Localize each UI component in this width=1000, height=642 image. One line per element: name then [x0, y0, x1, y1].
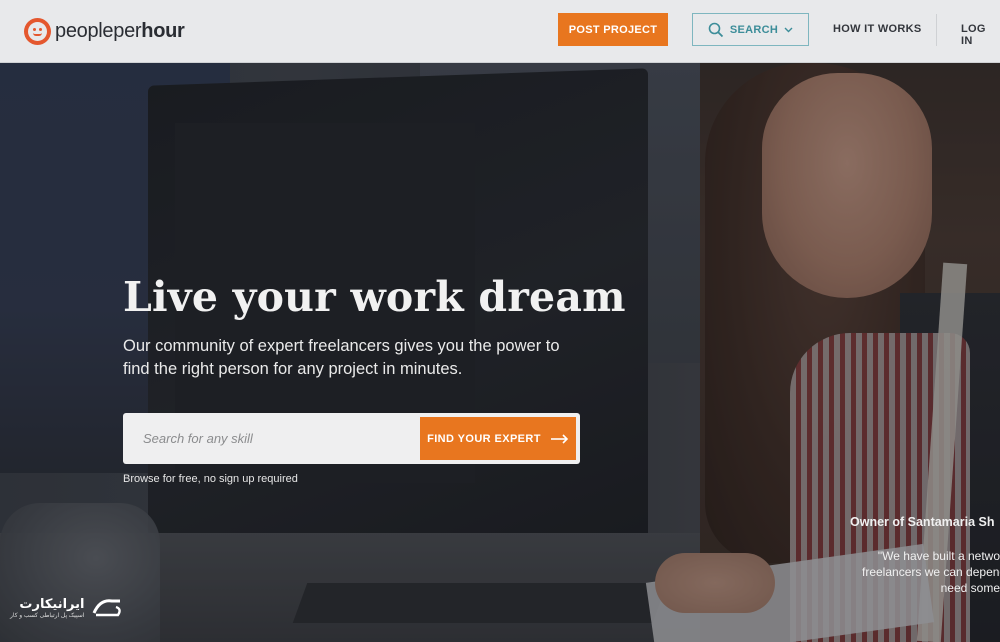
login-link[interactable]: LOG IN [961, 23, 1000, 47]
testimonial-quote-line: "We have built a netwo [877, 549, 1000, 563]
watermark: ایرانیکارت اسپیک پل ارتباطی کسب و کار [10, 595, 124, 619]
testimonial-quote-line: need some [940, 581, 1000, 595]
peopleperhour-logo[interactable]: peopleperhour [24, 16, 185, 46]
post-project-button[interactable]: POST PROJECT [558, 13, 668, 46]
testimonial-quote-line: freelancers we can depend [862, 565, 1000, 579]
skill-search-input[interactable] [143, 427, 403, 449]
testimonial-quote: "We have built a netwo freelancers we ca… [862, 548, 1000, 596]
search-button-label: SEARCH [729, 23, 779, 36]
how-it-works-link[interactable]: HOW IT WORKS [833, 23, 922, 35]
skill-search-box: FIND YOUR EXPERT [123, 413, 580, 464]
find-button-label: FIND YOUR EXPERT [427, 432, 541, 445]
hero-section: Live your work dream Our community of ex… [0, 63, 1000, 642]
testimonial-author: Owner of Santamaria Sh [850, 515, 995, 529]
logo-face-icon [24, 17, 51, 45]
find-your-expert-button[interactable]: FIND YOUR EXPERT [420, 417, 576, 460]
watermark-subtext: اسپیک پل ارتباطی کسب و کار [10, 612, 85, 619]
watermark-logo-icon [93, 599, 122, 617]
arrow-right-icon [550, 433, 569, 444]
logo-wordmark: peopleperhour [55, 19, 185, 42]
top-navigation: peopleperhour POST PROJECT SEARCH HOW IT… [0, 0, 1000, 63]
hero-subtitle: Our community of expert freelancers give… [123, 337, 560, 378]
nav-divider [936, 14, 937, 46]
browse-free-note: Browse for free, no sign up required [123, 473, 298, 485]
search-dropdown-button[interactable]: SEARCH [692, 13, 809, 46]
watermark-text: ایرانیکارت [19, 595, 85, 611]
chevron-down-icon [784, 27, 793, 32]
search-icon [708, 22, 724, 37]
hero-title: Live your work dream [123, 273, 626, 321]
